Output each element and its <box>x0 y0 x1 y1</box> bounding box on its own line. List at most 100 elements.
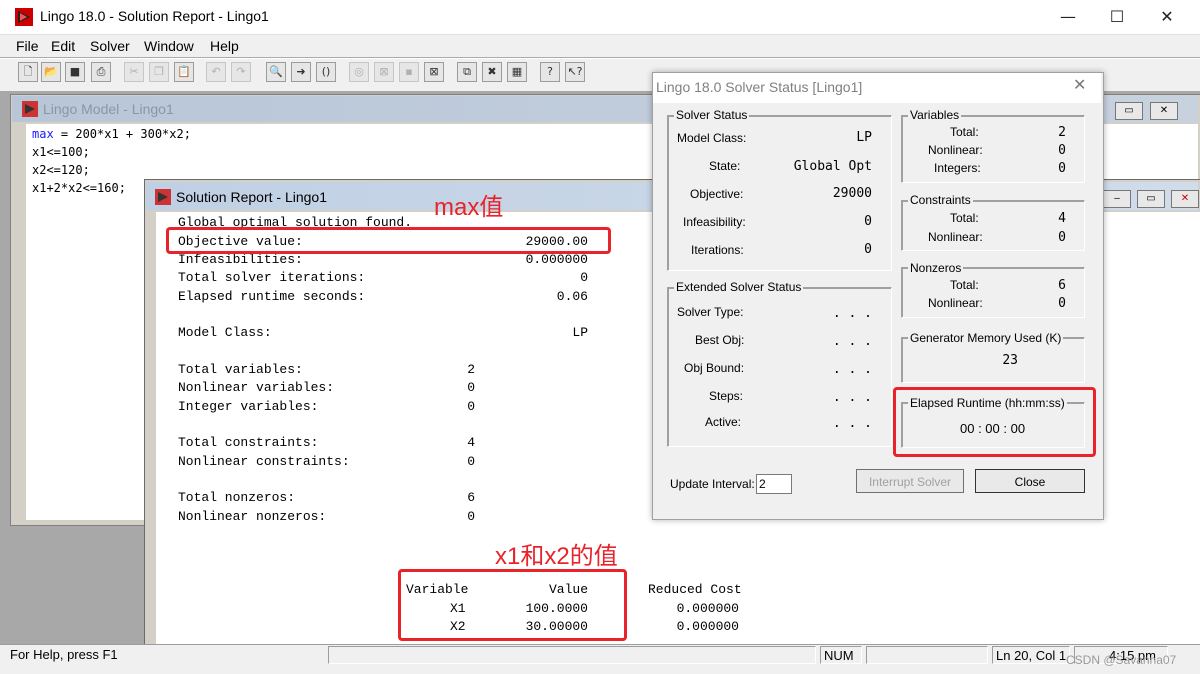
match-paren-icon[interactable]: () <box>316 62 336 82</box>
solution-maximize-icon[interactable]: ▭ <box>1137 190 1165 208</box>
report-label: Total constraints: <box>178 435 319 450</box>
save-icon[interactable]: ■ <box>65 62 85 82</box>
menu-window[interactable]: Window <box>144 38 194 54</box>
report-value: 0.000000 <box>525 252 588 267</box>
code-line: x2<=120; <box>32 163 90 177</box>
print-icon[interactable]: ⎙ <box>91 62 111 82</box>
menu-file[interactable]: File <box>16 38 39 54</box>
group-label: Constraints <box>908 193 973 207</box>
update-interval-label: Update Interval: <box>670 477 755 491</box>
report-value: 0 <box>467 399 475 414</box>
status-cell-empty <box>328 646 816 664</box>
table-cell-reduced-cost: 0.000000 <box>676 619 739 634</box>
code-line: max = 200*x1 + 300*x2; <box>32 127 191 141</box>
field-value: 0 <box>1058 296 1066 311</box>
interrupt-solver-button[interactable]: Interrupt Solver <box>856 469 964 493</box>
group-label: Variables <box>908 108 962 122</box>
maximize-button[interactable]: ☐ <box>1092 0 1142 34</box>
group-label: Extended Solver Status <box>674 280 804 294</box>
report-label: Elapsed runtime seconds: <box>178 289 366 304</box>
open-icon[interactable]: 📂 <box>41 62 61 82</box>
report-label: Nonlinear variables: <box>178 380 335 395</box>
range-icon[interactable]: ▪ <box>399 62 419 82</box>
solution-minimize-icon[interactable]: – <box>1103 190 1131 208</box>
options-icon[interactable]: ⊠ <box>424 62 444 82</box>
new-icon[interactable]: 🗋 <box>18 62 38 82</box>
undo-icon[interactable]: ↶ <box>206 62 226 82</box>
menu-help[interactable]: Help <box>210 38 239 54</box>
field-label: Iterations: <box>691 243 744 257</box>
field-label: Total: <box>950 211 979 225</box>
report-value: LP <box>572 325 588 340</box>
arrange-icon[interactable]: ▦ <box>507 62 527 82</box>
report-label: Total nonzeros: <box>178 490 296 505</box>
field-label: Objective: <box>690 187 744 201</box>
field-value: . . . <box>832 416 872 431</box>
lingo-doc-icon <box>22 101 38 117</box>
solve-icon[interactable]: ◎ <box>349 62 369 82</box>
annotation-max-label: max值 <box>434 194 504 221</box>
field-label: Infeasibility: <box>683 215 746 229</box>
report-label: Nonlinear nonzeros: <box>178 509 327 524</box>
copy-icon[interactable]: ❐ <box>149 62 169 82</box>
table-header-reduced-cost: Reduced Cost <box>648 582 742 597</box>
field-label: Solver Type: <box>677 305 744 319</box>
field-value: 4 <box>1058 211 1066 226</box>
report-label: Model Class: <box>178 325 272 340</box>
field-value: . . . <box>832 334 872 349</box>
report-value: 0 <box>467 380 475 395</box>
report-label: Total variables: <box>178 362 303 377</box>
report-label: Integer variables: <box>178 399 319 414</box>
cascade-icon[interactable]: ✖ <box>482 62 502 82</box>
help-status-text: For Help, press F1 <box>10 647 118 662</box>
stop-icon[interactable]: ⊠ <box>374 62 394 82</box>
field-value: 0 <box>1058 230 1066 245</box>
close-button[interactable]: ✕ <box>1142 0 1192 34</box>
lingo-doc-icon <box>155 189 171 205</box>
help-icon[interactable]: ? <box>540 62 560 82</box>
tile-icon[interactable]: ⧉ <box>457 62 477 82</box>
field-label: Total: <box>950 278 979 292</box>
dialog-close-icon[interactable]: ✕ <box>1073 75 1086 94</box>
window-title: Lingo 18.0 - Solution Report - Lingo1 <box>40 8 269 24</box>
field-value: LP <box>856 130 872 145</box>
status-cell-empty <box>866 646 988 664</box>
field-label: Obj Bound: <box>684 361 745 375</box>
annotation-x-label: x1和x2的值 <box>495 543 618 570</box>
solution-close-icon[interactable]: ✕ <box>1171 190 1199 208</box>
cursor-position: Ln 20, Col 1 <box>992 646 1070 664</box>
report-value: 0.06 <box>556 289 588 304</box>
report-value: 0 <box>467 509 475 524</box>
model-restore-icon[interactable]: ▭ <box>1115 102 1143 120</box>
report-value: 4 <box>467 435 475 450</box>
field-value: 6 <box>1058 278 1066 293</box>
report-value: 0 <box>467 454 475 469</box>
field-value: 0 <box>1058 143 1066 158</box>
find-icon[interactable]: 🔍 <box>266 62 286 82</box>
model-close-icon[interactable]: ✕ <box>1150 102 1178 120</box>
field-label: Total: <box>950 125 979 139</box>
model-window-title: Lingo Model - Lingo1 <box>43 101 174 117</box>
report-label: Nonlinear constraints: <box>178 454 350 469</box>
context-help-icon[interactable]: ↖? <box>565 62 585 82</box>
menu-edit[interactable]: Edit <box>51 38 75 54</box>
field-label: Integers: <box>934 161 981 175</box>
redo-icon[interactable]: ↷ <box>231 62 251 82</box>
field-label: Nonlinear: <box>928 230 983 244</box>
code-line: x1+2*x2<=160; <box>32 181 126 195</box>
field-value: 2 <box>1058 125 1066 140</box>
minimize-button[interactable]: — <box>1043 0 1093 34</box>
menu-solver[interactable]: Solver <box>90 38 130 54</box>
field-label: Model Class: <box>677 131 747 145</box>
report-value: 0 <box>580 270 588 285</box>
table-cell-reduced-cost: 0.000000 <box>676 601 739 616</box>
update-interval-input[interactable] <box>756 474 792 494</box>
lingo-app-icon <box>15 8 33 26</box>
find-next-icon[interactable]: ➜ <box>291 62 311 82</box>
field-value: Global Opt <box>793 159 872 174</box>
paste-icon[interactable]: 📋 <box>174 62 194 82</box>
watermark: CSDN @Savanna07 <box>1066 653 1177 667</box>
cut-icon[interactable]: ✂ <box>124 62 144 82</box>
close-dialog-button[interactable]: Close <box>975 469 1085 493</box>
report-label: Infeasibilities: <box>178 252 303 267</box>
